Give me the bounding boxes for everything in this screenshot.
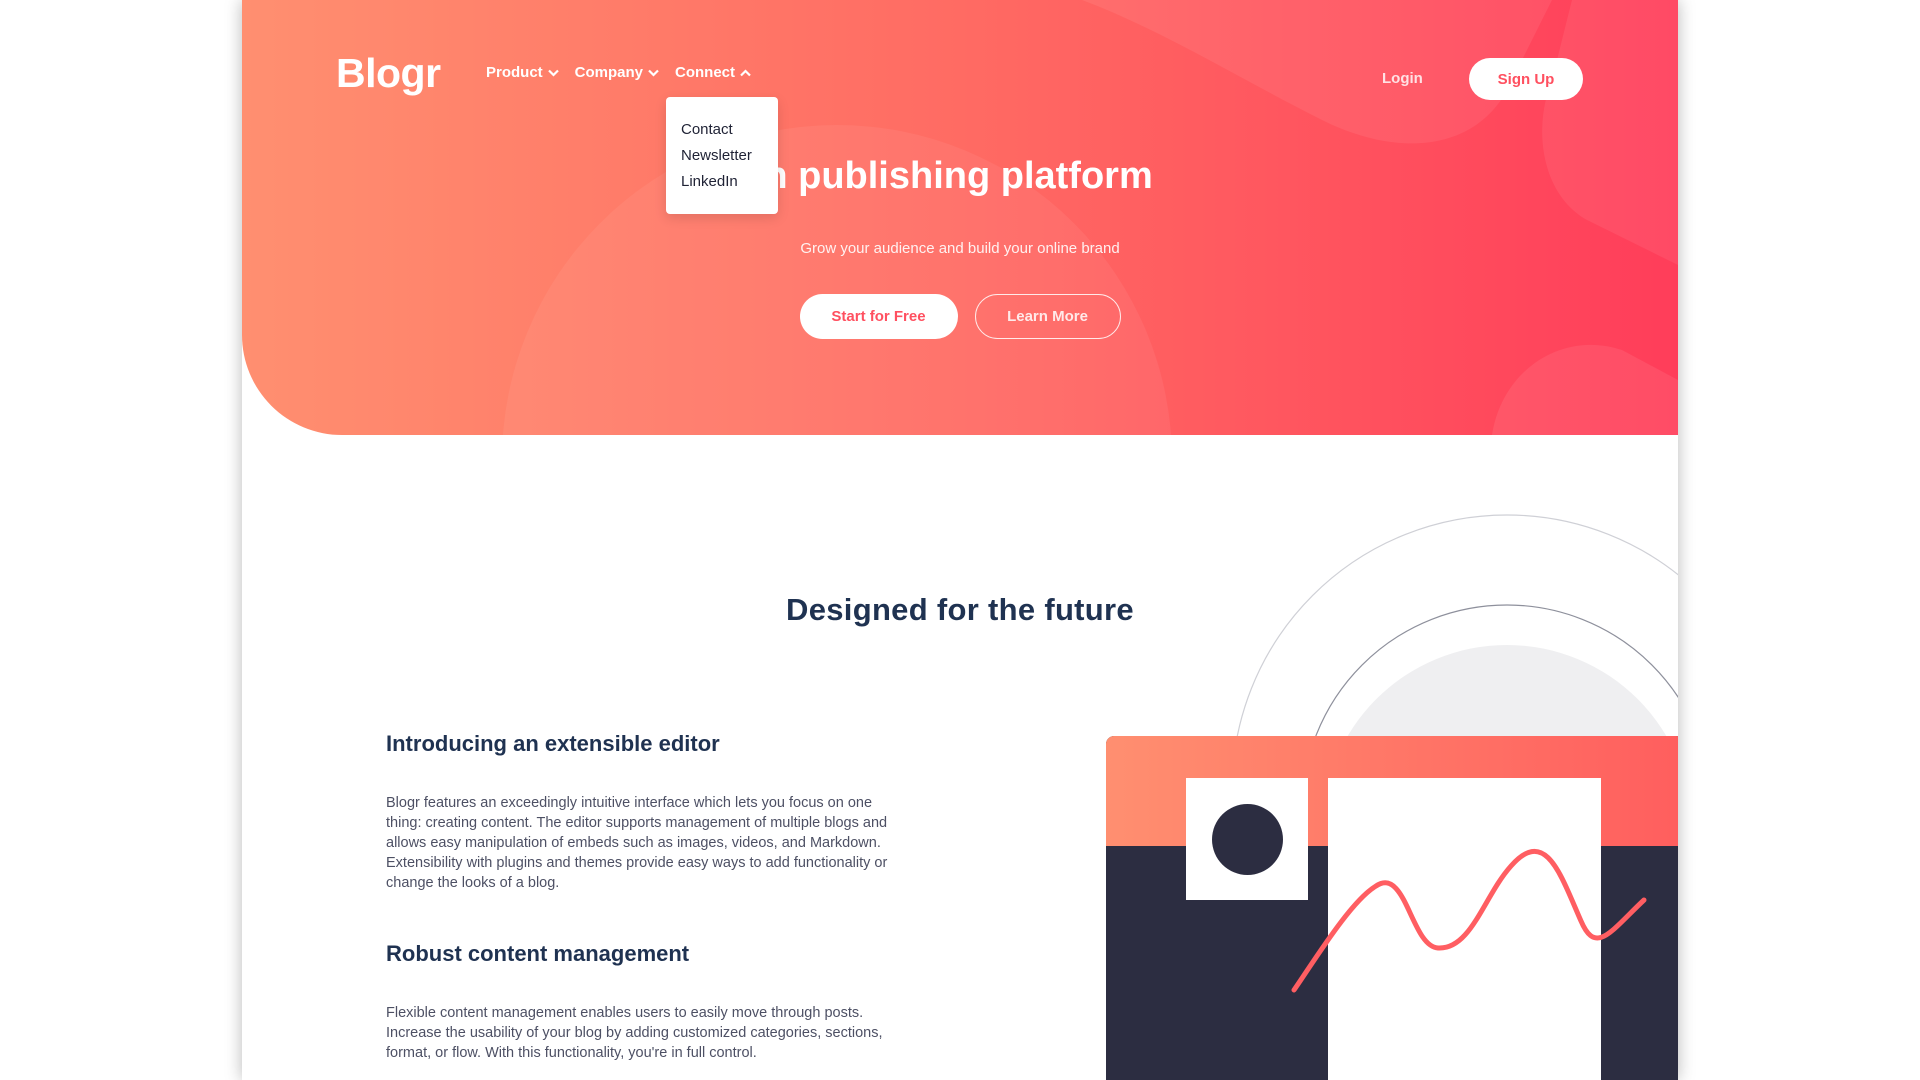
chevron-down-icon	[648, 69, 659, 77]
nav-item-connect[interactable]: Connect	[675, 64, 751, 81]
menu-item-contact[interactable]: Contact	[666, 117, 778, 143]
nav-item-company[interactable]: Company	[575, 64, 659, 81]
chevron-down-icon	[547, 69, 559, 77]
chevron-up-icon	[740, 68, 751, 76]
hero-subtitle: Grow your audience and build your online…	[800, 240, 1120, 257]
main-nav: Product Company Connect	[486, 64, 767, 81]
illustration-wave-line	[1291, 849, 1647, 993]
editor-illustration	[1106, 736, 1678, 1080]
feature-body-content: Flexible content management enables user…	[386, 1005, 883, 1061]
login-link[interactable]: Login	[1382, 70, 1423, 87]
feature-body-editor: Blogr features an exceedingly intuitive …	[386, 795, 888, 891]
start-for-free-button[interactable]: Start for Free	[799, 294, 958, 339]
hero-cta-group: Start for Free Learn More	[242, 294, 1678, 339]
section-title: Designed for the future	[786, 592, 1134, 627]
hero-section: Blogr Product Company Connect Login Sign…	[242, 0, 1678, 435]
feature-heading-content: Robust content management	[386, 941, 690, 966]
nav-label-connect: Connect	[675, 64, 736, 81]
nav-label-company: Company	[574, 64, 644, 81]
signup-button[interactable]: Sign Up	[1469, 58, 1583, 100]
page: Blogr Product Company Connect Login Sign…	[242, 0, 1678, 1080]
nav-label-product: Product	[486, 64, 543, 81]
nav-item-product[interactable]: Product	[486, 64, 559, 81]
hero-background-pattern	[502, 0, 1678, 435]
logo[interactable]: Blogr	[336, 50, 441, 97]
learn-more-button[interactable]: Learn More	[974, 294, 1121, 339]
feature-heading-editor: Introducing an extensible editor	[386, 731, 720, 756]
menu-item-newsletter[interactable]: Newsletter	[666, 143, 778, 169]
connect-dropdown-menu: Contact Newsletter LinkedIn	[666, 97, 778, 214]
menu-item-linkedin[interactable]: LinkedIn	[666, 169, 778, 195]
